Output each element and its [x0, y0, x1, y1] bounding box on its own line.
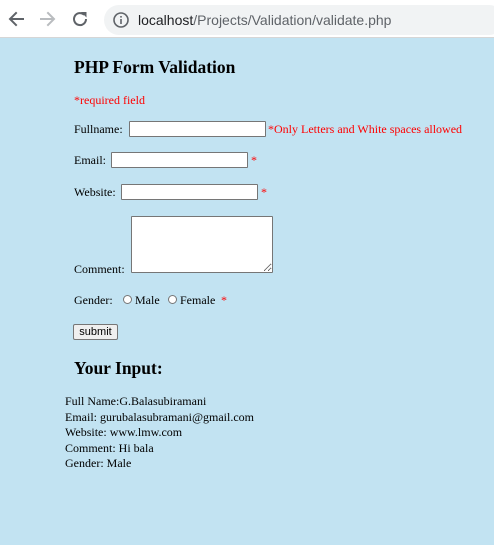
forward-button[interactable] [38, 9, 58, 29]
url-host: localhost [138, 12, 194, 28]
page-content: PHP Form Validation *required field Full… [0, 38, 494, 545]
comment-label: Comment: [74, 262, 125, 276]
fullname-input[interactable] [129, 121, 266, 137]
info-icon[interactable] [112, 11, 130, 29]
gender-required-marker: * [221, 293, 227, 307]
fullname-error: *Only Letters and White spaces allowed [268, 122, 463, 136]
arrow-right-icon [40, 11, 56, 27]
result-comment: Comment: Hi bala [65, 440, 154, 455]
website-input[interactable] [121, 184, 258, 200]
reload-icon [73, 12, 88, 27]
url-text[interactable]: localhost/Projects/Validation/validate.p… [138, 11, 391, 29]
gender-male-radio[interactable] [123, 295, 132, 304]
address-bar[interactable]: localhost/Projects/Validation/validate.p… [104, 5, 494, 35]
submit-button[interactable]: submit [73, 324, 118, 340]
result-gender: Gender: Male [65, 456, 132, 470]
reload-button[interactable] [70, 9, 90, 29]
result-website: Website: www.lmw.com [65, 425, 183, 439]
gender-label: Gender: [74, 293, 113, 307]
result-fullname: Full Name:G.Balasubiramani [65, 394, 207, 408]
email-input[interactable] [111, 152, 248, 168]
arrow-left-icon [8, 11, 24, 27]
website-required-marker: * [261, 185, 267, 199]
gender-male-label: Male [135, 293, 160, 307]
comment-textarea[interactable] [131, 216, 273, 273]
back-button[interactable] [6, 9, 26, 29]
required-field-note: *required field [74, 93, 145, 107]
results-block: Full Name:G.Balasubiramani Email: guruba… [65, 394, 254, 472]
website-label: Website: [74, 185, 116, 199]
email-required-marker: * [251, 153, 257, 167]
page-title: PHP Form Validation [74, 57, 236, 77]
result-email: Email: gurubalasubramani@gmail.com [65, 409, 254, 424]
fullname-label: Fullname: [74, 122, 123, 136]
results-title: Your Input: [74, 358, 163, 378]
browser-toolbar: localhost/Projects/Validation/validate.p… [0, 0, 494, 38]
url-path: /Projects/Validation/validate.php [193, 12, 392, 28]
gender-female-radio[interactable] [168, 295, 177, 304]
gender-female-label: Female [180, 293, 216, 307]
email-label: Email: [74, 153, 106, 167]
